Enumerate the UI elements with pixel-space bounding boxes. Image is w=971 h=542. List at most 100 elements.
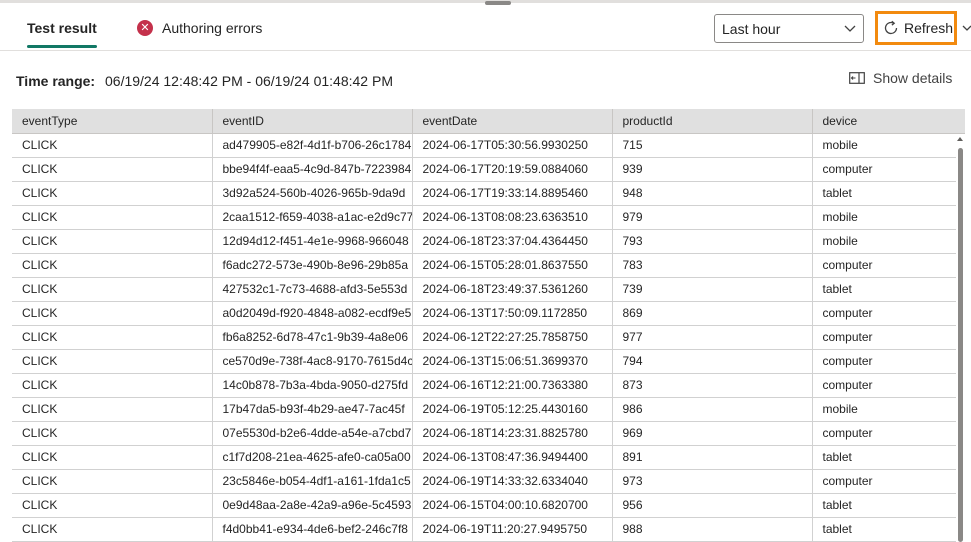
table-body: CLICK ad479905-e82f-4d1f-b706-26c1784 2024… [12,133,965,542]
tab-test-result[interactable]: Test result [27,5,97,51]
table-cell-eventType: CLICK [12,493,213,518]
table-cell-eventID: c1f7d208-21ea-4625-afe0-ca05a00 [212,445,413,470]
table-cell-productId: 977 [612,325,813,350]
table-cell-productId: 783 [612,253,813,278]
scrollbar-thumb[interactable] [958,148,963,542]
table-cell-productId: 869 [612,301,813,326]
table-header-row: eventType eventID eventDate productId device [12,109,965,134]
table-row: CLICK c1f7d208-21ea-4625-afe0-ca05a00 2024… [12,445,965,470]
table-cell-eventType: CLICK [12,301,213,326]
time-window-value: Last hour [722,20,781,37]
tab-test-result-label: Test result [27,20,97,36]
scroll-up-arrow-icon[interactable] [957,137,963,141]
column-header-eventType[interactable]: eventType [12,109,213,134]
table-cell-eventDate: 2024-06-18T23:37:04.4364450 [412,229,613,254]
column-header-eventID[interactable]: eventID [212,109,413,134]
table-row: CLICK 17b47da5-b93f-4b29-ae47-7ac45f 2024-… [12,397,965,422]
table-cell-device: computer [812,469,965,494]
table-cell-eventType: CLICK [12,181,213,206]
table-cell-eventType: CLICK [12,397,213,422]
table-row: CLICK fb6a8252-6d78-47c1-9b39-4a8e06 2024-… [12,325,965,350]
table-cell-device: computer [812,301,965,326]
error-circle-icon: ✕ [137,20,153,36]
table-cell-eventDate: 2024-06-17T20:19:59.0884060 [412,157,613,182]
table-cell-eventType: CLICK [12,517,213,542]
table-cell-eventType: CLICK [12,373,213,398]
table-cell-eventType: CLICK [12,421,213,446]
chevron-down-icon[interactable] [961,22,971,34]
details-panel-icon [849,72,865,84]
table-cell-eventDate: 2024-06-16T12:21:00.7363380 [412,373,613,398]
table-cell-device: mobile [812,229,965,254]
refresh-icon [884,20,898,35]
table-cell-device: computer [812,325,965,350]
table-cell-eventDate: 2024-06-17T19:33:14.8895460 [412,181,613,206]
time-range: Time range: 06/19/24 12:48:42 PM - 06/19… [16,73,393,89]
table-row: CLICK 2caa1512-f659-4038-a1ac-e2d9c77 2024… [12,205,965,230]
column-header-device[interactable]: device [812,109,965,134]
table-cell-eventType: CLICK [12,157,213,182]
table-row: CLICK a0d2049d-f920-4848-a082-ecdf9e5 2024… [12,301,965,326]
table-cell-eventID: a0d2049d-f920-4848-a082-ecdf9e5 [212,301,413,326]
table-cell-productId: 891 [612,445,813,470]
table-cell-eventID: 23c5846e-b054-4df1-a161-1fda1c5 [212,469,413,494]
tab-authoring-errors[interactable]: ✕ Authoring errors [137,5,262,51]
table-cell-device: mobile [812,397,965,422]
table-cell-eventDate: 2024-06-13T08:08:23.6363510 [412,205,613,230]
table-row: CLICK 07e5530d-b2e6-4dde-a54e-a7cbd7 2024-… [12,421,965,446]
table-cell-eventDate: 2024-06-19T14:33:32.6334040 [412,469,613,494]
show-details-button[interactable]: Show details [849,70,952,86]
table-cell-device: computer [812,421,965,446]
show-details-label: Show details [873,70,953,86]
table-cell-eventID: 427532c1-7c73-4688-afd3-5e553d [212,277,413,302]
table-cell-eventDate: 2024-06-12T22:27:25.7858750 [412,325,613,350]
vertical-scrollbar[interactable] [956,135,965,542]
refresh-label: Refresh [904,20,954,36]
table-row: CLICK 427532c1-7c73-4688-afd3-5e553d 2024-… [12,277,965,302]
table-row: CLICK 14c0b878-7b3a-4bda-9050-d275fd 2024-… [12,373,965,398]
table-cell-productId: 794 [612,349,813,374]
table-row: CLICK 12d94d12-f451-4e1e-9968-966048 2024-… [12,229,965,254]
table-cell-device: computer [812,253,965,278]
table-row: CLICK f6adc272-573e-490b-8e96-29b85a 2024-… [12,253,965,278]
table-cell-eventDate: 2024-06-19T05:12:25.4430160 [412,397,613,422]
table-cell-eventDate: 2024-06-15T05:28:01.8637550 [412,253,613,278]
table-cell-eventID: bbe94f4f-eaa5-4c9d-847b-7223984 [212,157,413,182]
table-cell-productId: 986 [612,397,813,422]
column-header-productId[interactable]: productId [612,109,813,134]
table-cell-eventType: CLICK [12,277,213,302]
column-header-eventDate[interactable]: eventDate [412,109,613,134]
table-cell-eventID: 17b47da5-b93f-4b29-ae47-7ac45f [212,397,413,422]
time-window-select[interactable]: Last hour [714,14,864,43]
table-cell-productId: 969 [612,421,813,446]
table-cell-productId: 793 [612,229,813,254]
table-cell-device: computer [812,349,965,374]
table-cell-productId: 973 [612,469,813,494]
table-cell-device: tablet [812,445,965,470]
table-cell-eventType: CLICK [12,325,213,350]
toolbar: Test result ✕ Authoring errors Last hour… [0,5,971,51]
chevron-down-icon [844,25,856,32]
tab-selected-indicator [27,45,97,48]
table-row: CLICK 23c5846e-b054-4df1-a161-1fda1c5 2024… [12,469,965,494]
table-cell-device: tablet [812,517,965,542]
table-cell-eventDate: 2024-06-18T14:23:31.8825780 [412,421,613,446]
table-cell-eventType: CLICK [12,445,213,470]
table-cell-device: computer [812,157,965,182]
results-table-container: eventType eventID eventDate productId device… [12,109,965,542]
table-cell-eventType: CLICK [12,229,213,254]
table-cell-eventType: CLICK [12,469,213,494]
table-cell-productId: 948 [612,181,813,206]
table-cell-eventDate: 2024-06-19T11:20:27.9495750 [412,517,613,542]
table-cell-eventType: CLICK [12,205,213,230]
table-row: CLICK f4d0bb41-e934-4de6-bef2-246c7f8 2024… [12,517,965,542]
table-cell-eventID: ce570d9e-738f-4ac8-9170-7615d4c [212,349,413,374]
table-cell-eventType: CLICK [12,253,213,278]
table-row: CLICK 3d92a524-560b-4026-965b-9da9d 2024-0… [12,181,965,206]
tab-authoring-errors-label: Authoring errors [162,20,263,36]
table-cell-eventID: 0e9d48aa-2a8e-42a9-a96e-5c4593 [212,493,413,518]
table-cell-productId: 873 [612,373,813,398]
table-cell-eventID: fb6a8252-6d78-47c1-9b39-4a8e06 [212,325,413,350]
table-cell-eventDate: 2024-06-13T15:06:51.3699370 [412,349,613,374]
refresh-button[interactable]: Refresh [875,11,957,45]
